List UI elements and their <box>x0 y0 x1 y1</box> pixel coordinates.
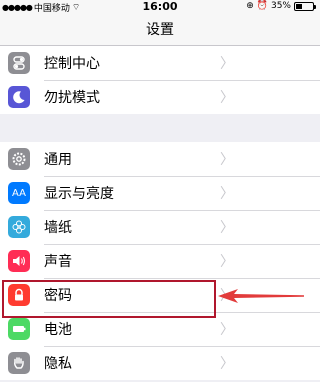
control-center-icon <box>8 52 30 74</box>
settings-item-sounds[interactable]: 声音 〉 <box>0 244 320 278</box>
settings-item-label: 显示与亮度 <box>44 186 114 202</box>
battery-icon <box>294 1 316 11</box>
chevron-right-icon: 〉 <box>220 56 234 72</box>
settings-group-1: 控制中心 〉 勿扰模式 〉 <box>0 46 320 114</box>
settings-item-label: 声音 <box>44 254 72 270</box>
battery-percent: 35% <box>270 1 291 11</box>
annotation-highlight-box <box>2 280 216 318</box>
settings-item-label: 电池 <box>44 322 72 338</box>
chevron-right-icon: 〉 <box>220 356 234 372</box>
settings-item-general[interactable]: 通用 〉 <box>0 142 320 176</box>
settings-item-label: 墙纸 <box>44 220 72 236</box>
speaker-icon <box>8 250 30 272</box>
chevron-right-icon: 〉 <box>220 152 234 168</box>
settings-item-display-brightness[interactable]: AA 显示与亮度 〉 <box>0 176 320 210</box>
chevron-right-icon: 〉 <box>220 254 234 270</box>
settings-item-label: 勿扰模式 <box>44 90 100 106</box>
battery-fill <box>296 3 303 9</box>
gear-icon <box>8 148 30 170</box>
settings-item-control-center[interactable]: 控制中心 〉 <box>0 46 320 80</box>
page-title: 设置 <box>146 22 174 38</box>
settings-item-label: 通用 <box>44 152 72 168</box>
status-right: ⊕ ⏰ 35% <box>246 1 316 11</box>
settings-item-label: 控制中心 <box>44 56 100 72</box>
settings-item-wallpaper[interactable]: 墙纸 〉 <box>0 210 320 244</box>
hand-icon <box>8 352 30 374</box>
battery-icon <box>8 318 30 340</box>
lock-rotation-icon: ⊕ <box>246 1 254 11</box>
settings-group-2: 通用 〉 AA 显示与亮度 〉 墙纸 〉 声音 〉 密码 〉 电池 〉 <box>0 142 320 380</box>
status-bar: ●●●●● 中国移动 ⌔ 16:00 ⊕ ⏰ 35% <box>0 0 320 14</box>
alarm-icon: ⏰ <box>256 1 268 11</box>
settings-item-do-not-disturb[interactable]: 勿扰模式 〉 <box>0 80 320 114</box>
annotation-arrow-icon <box>218 289 304 303</box>
chevron-right-icon: 〉 <box>220 90 234 106</box>
navigation-bar: 设置 <box>0 14 320 46</box>
flower-icon <box>8 216 30 238</box>
chevron-right-icon: 〉 <box>220 322 234 338</box>
moon-icon <box>8 86 30 108</box>
settings-item-label: 隐私 <box>44 356 72 372</box>
text-size-icon: AA <box>8 182 30 204</box>
chevron-right-icon: 〉 <box>220 220 234 236</box>
chevron-right-icon: 〉 <box>220 186 234 202</box>
settings-item-privacy[interactable]: 隐私 〉 <box>0 346 320 380</box>
